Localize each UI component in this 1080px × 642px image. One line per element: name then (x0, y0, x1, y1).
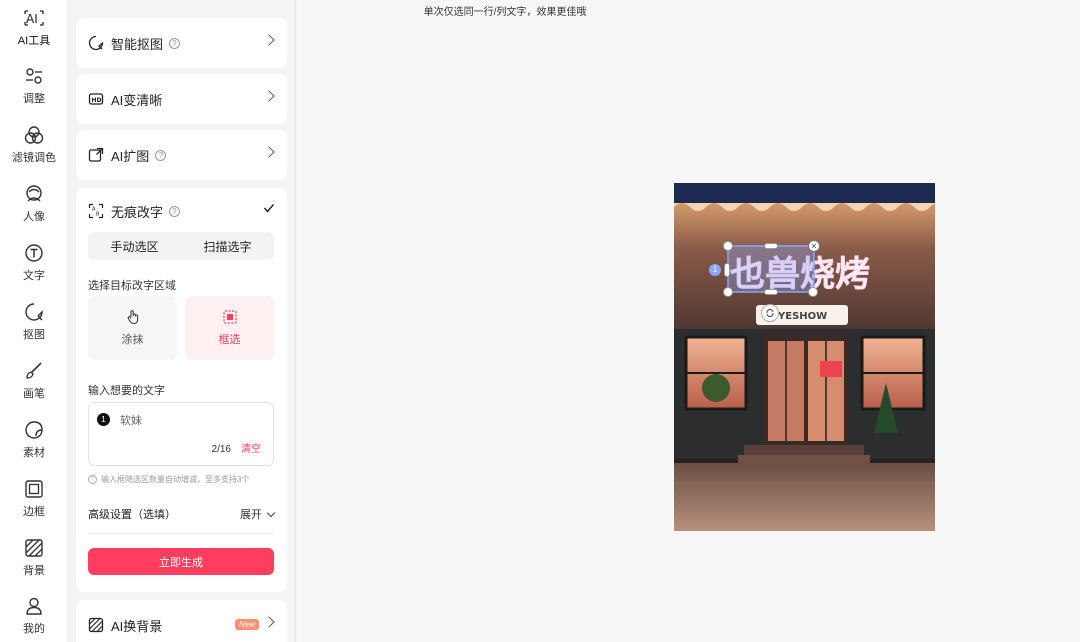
hand-icon (127, 310, 138, 325)
divider (88, 533, 274, 534)
text-icon (25, 244, 43, 262)
brush-icon (26, 362, 42, 379)
replacement-text-box[interactable]: 1 软妹 2/16 清空 (88, 402, 274, 466)
clear-button[interactable]: 清空 (241, 440, 261, 455)
rail-item-brush[interactable]: 画笔 (0, 353, 68, 409)
expand-toggle[interactable]: 展开 (240, 506, 276, 522)
canvas-tip: 单次仅选同一行/列文字，效果更佳哦 (423, 7, 587, 18)
rail-label: 画笔 (23, 388, 45, 400)
rail-item-text[interactable]: 文字 (0, 235, 68, 291)
selection-handle[interactable] (764, 243, 778, 249)
input-text-label: 输入想要的文字 (88, 385, 165, 397)
chevron-right-icon (263, 146, 275, 158)
left-nav-rail: AI AI工具 调整 滤镜调色 人像 文字 抠图 画笔 素材 边框 背景 我的 (0, 0, 68, 642)
cutout-icon (25, 303, 43, 321)
filter-icon (24, 126, 44, 144)
selection-handle[interactable] (723, 287, 733, 297)
expand-icon (88, 147, 104, 163)
rail-label: 素材 (23, 447, 45, 459)
chevron-right-icon (263, 616, 275, 628)
ai-background-icon (88, 617, 104, 633)
help-icon[interactable]: ? (155, 149, 167, 161)
svg-text:HD: HD (92, 97, 102, 104)
text-item-index: 1 (97, 413, 110, 426)
tab-manual-select[interactable]: 手动选区 (88, 232, 181, 260)
selection-handle[interactable] (808, 287, 818, 297)
background-icon (25, 539, 43, 557)
hint-text: 输入框随选区数量自动增减，至多支持3个 (101, 475, 250, 484)
char-count: 2/16 (211, 444, 231, 455)
generate-button[interactable]: 立即生成 (88, 548, 274, 575)
replacement-text-input[interactable]: 软妹 (120, 412, 142, 428)
mode-label: 框选 (218, 334, 241, 346)
tab-scan-select[interactable]: 扫描选字 (181, 232, 274, 260)
chevron-right-icon (263, 90, 275, 102)
selection-mode-tabs: 手动选区 扫描选字 (88, 232, 274, 260)
rail-item-frame[interactable]: 边框 (0, 471, 68, 527)
advanced-settings-row[interactable]: 高级设置（选填） 展开 (88, 506, 276, 522)
rail-label: 滤镜调色 (12, 152, 56, 164)
svg-text:B: B (96, 212, 100, 218)
small-sign-text: YESHOW (777, 311, 827, 322)
rail-label: 人像 (23, 211, 45, 223)
rail-label: 我的 (23, 623, 45, 635)
new-badge: New (234, 619, 259, 630)
rail-item-adjust[interactable]: 调整 (0, 58, 68, 114)
box-select-mode-button[interactable]: 框选 (185, 296, 274, 360)
tool-label: AI扩图 (111, 148, 150, 164)
input-hint: ? 输入框随选区数量自动增减，至多支持3个 (88, 474, 249, 485)
check-icon (263, 202, 275, 217)
tool-panel: 智能抠图 ? HD AI变清晰 AI扩图 ? AB 无痕改字 ? 手动选区 扫描… (68, 0, 296, 642)
profile-icon (26, 597, 42, 615)
erase-text-icon: AB (88, 203, 104, 219)
smear-mode-button[interactable]: 涂抹 (88, 296, 177, 360)
rail-item-background[interactable]: 背景 (0, 530, 68, 586)
tool-label: AI变清晰 (111, 92, 163, 108)
chevron-right-icon (263, 34, 275, 46)
rail-item-cutout[interactable]: 抠图 (0, 294, 68, 350)
help-icon[interactable]: ? (169, 37, 181, 49)
info-icon: ? (88, 475, 97, 484)
adjust-icon (26, 68, 42, 84)
expand-label: 展开 (240, 509, 262, 521)
rail-label: 抠图 (23, 329, 45, 341)
rail-item-portrait[interactable]: 人像 (0, 176, 68, 232)
rail-label: 文字 (23, 270, 45, 282)
rail-label: 调整 (23, 93, 45, 105)
frame-icon (25, 480, 43, 498)
smart-cutout-icon (88, 35, 104, 51)
rail-item-material[interactable]: 素材 (0, 412, 68, 468)
box-select-icon (222, 310, 237, 324)
rail-item-filter[interactable]: 滤镜调色 (0, 117, 68, 173)
tool-label: AI换背景 (111, 618, 163, 634)
erase-text-header[interactable]: AB 无痕改字 ? (76, 188, 287, 234)
selection-handle[interactable] (723, 241, 733, 251)
rotate-icon[interactable] (761, 304, 779, 322)
close-icon[interactable]: × (808, 240, 820, 252)
advanced-label: 高级设置（选填） (88, 509, 176, 521)
selection-index-badge: 1 (709, 264, 721, 276)
rail-label: 背景 (23, 565, 45, 577)
tool-label: 智能抠图 (111, 36, 164, 52)
photo-preview[interactable]: 也兽烧烤 YESHOW × 1 (674, 183, 935, 531)
help-icon[interactable]: ? (169, 205, 181, 217)
tool-card-ai-sharpen[interactable]: HD AI变清晰 (76, 74, 287, 124)
tool-card-ai-expand[interactable]: AI扩图 ? (76, 130, 287, 180)
rail-label: 边框 (23, 506, 45, 518)
selection-handle[interactable] (724, 263, 730, 277)
portrait-icon (26, 185, 42, 202)
tool-card-erase-text: AB 无痕改字 ? 手动选区 扫描选字 选择目标改字区域 涂抹 框选 输入想要的… (76, 188, 287, 592)
selection-handle[interactable] (764, 289, 778, 295)
tool-label: 无痕改字 (111, 204, 164, 220)
tool-card-smart-cutout[interactable]: 智能抠图 ? (76, 18, 287, 68)
mode-label: 涂抹 (121, 334, 144, 346)
rail-item-profile[interactable]: 我的 (0, 588, 68, 642)
chevron-down-icon (266, 508, 276, 517)
rail-label: AI工具 (17, 35, 51, 47)
material-icon (25, 421, 43, 439)
hd-icon: HD (88, 91, 104, 107)
storefront-image: 也兽烧烤 YESHOW (674, 183, 935, 531)
select-area-label: 选择目标改字区域 (88, 280, 176, 292)
tool-card-ai-background[interactable]: AI换背景 New (76, 600, 287, 642)
